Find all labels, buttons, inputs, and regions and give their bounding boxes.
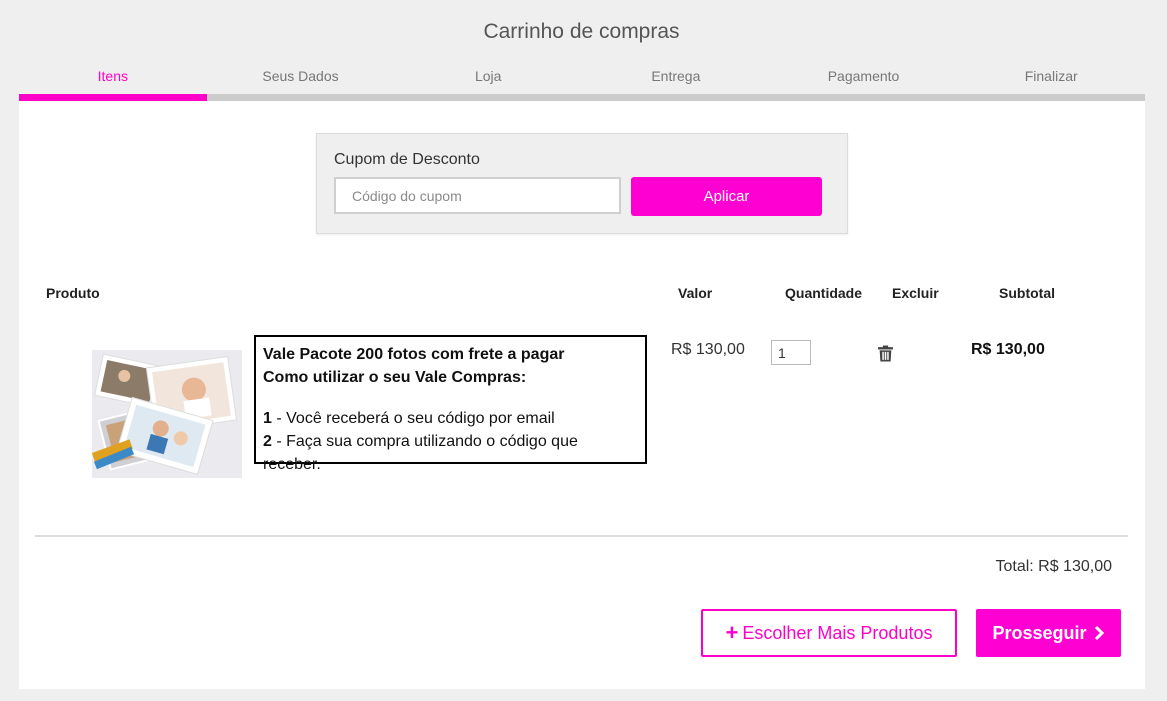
step-itens[interactable]: Itens <box>19 68 207 88</box>
step-entrega[interactable]: Entrega <box>582 68 770 88</box>
coupon-box: Cupom de Desconto Aplicar <box>316 133 848 234</box>
header-value: Valor <box>678 285 713 301</box>
trash-icon[interactable] <box>877 345 894 362</box>
header-subtotal: Subtotal <box>999 285 1055 301</box>
header-product: Produto <box>46 285 100 301</box>
cart-total: Total: R$ 130,00 <box>995 558 1112 575</box>
proceed-label: Prosseguir <box>992 622 1087 643</box>
progress-fill <box>19 94 207 101</box>
header-delete: Excluir <box>892 285 939 301</box>
item-price: R$ 130,00 <box>671 341 745 358</box>
step-pagamento[interactable]: Pagamento <box>770 68 958 88</box>
quantity-input[interactable] <box>771 340 811 365</box>
plus-icon: + <box>725 620 739 645</box>
product-description: Vale Pacote 200 fotos com frete a pagar … <box>254 335 647 473</box>
step-seus-dados[interactable]: Seus Dados <box>207 68 395 88</box>
choose-more-products-button[interactable]: + Escolher Mais Produtos <box>701 609 957 657</box>
step-loja[interactable]: Loja <box>394 68 582 88</box>
proceed-button[interactable]: Prosseguir <box>976 609 1121 657</box>
divider <box>35 535 1128 537</box>
coupon-label: Cupom de Desconto <box>334 151 480 168</box>
cart-panel: Cupom de Desconto Aplicar Produto Valor … <box>19 101 1145 689</box>
instruction-2: 2 - Faça sua compra utilizando o código … <box>263 433 578 473</box>
page-title: Carrinho de compras <box>483 20 680 43</box>
apply-coupon-button[interactable]: Aplicar <box>631 177 822 216</box>
progress-track <box>19 94 1145 101</box>
header-quantity: Quantidade <box>785 285 863 301</box>
instruction-1: 1 - Você receberá o seu código por email <box>263 410 555 427</box>
checkout-steps: Itens Seus Dados Loja Entrega Pagamento … <box>19 68 1145 88</box>
product-subtitle: Como utilizar o seu Vale Compras: <box>263 369 527 386</box>
coupon-input[interactable] <box>334 177 621 214</box>
product-title: Vale Pacote 200 fotos com frete a pagar <box>263 346 565 363</box>
step-finalizar[interactable]: Finalizar <box>957 68 1145 88</box>
chevron-right-icon <box>1094 625 1104 641</box>
choose-more-products-label: Escolher Mais Produtos <box>742 622 933 643</box>
item-subtotal: R$ 130,00 <box>971 341 1045 358</box>
product-image <box>92 350 242 478</box>
